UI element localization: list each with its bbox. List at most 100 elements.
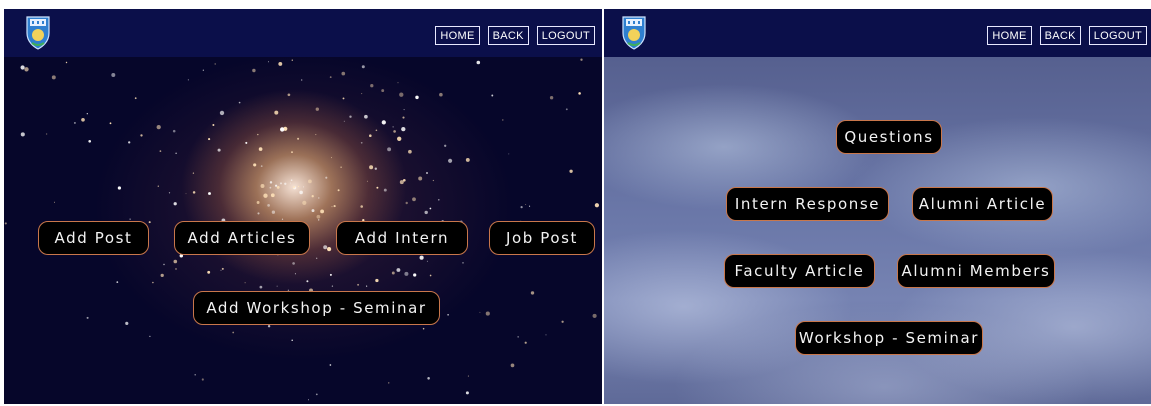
star	[323, 245, 328, 250]
star	[291, 339, 293, 342]
questions-button[interactable]: Questions	[836, 120, 942, 154]
top-navbar: HOME BACK LOGOUT	[4, 9, 602, 57]
star	[360, 205, 363, 208]
star	[301, 79, 303, 81]
intern-response-button[interactable]: Intern Response	[726, 187, 889, 221]
star	[467, 375, 469, 377]
star	[465, 391, 469, 395]
star	[387, 147, 392, 152]
star	[349, 115, 352, 118]
star	[337, 189, 340, 192]
admin-dashboard-panel: HOME BACK LOGOUT Add Post Add Articles A…	[4, 9, 602, 404]
star	[418, 176, 423, 181]
star	[160, 273, 164, 278]
star	[306, 280, 309, 283]
star	[20, 65, 25, 70]
star	[173, 259, 178, 264]
alumni-article-button[interactable]: Alumni Article	[912, 187, 1053, 221]
star	[157, 185, 159, 187]
star	[187, 79, 189, 81]
star	[530, 291, 535, 295]
star	[109, 122, 112, 125]
nav-links: HOME BACK LOGOUT	[987, 26, 1147, 45]
star	[292, 262, 295, 265]
home-button[interactable]: HOME	[987, 26, 1032, 45]
star	[292, 185, 296, 189]
star	[401, 126, 406, 132]
alumni-members-button[interactable]: Alumni Members	[897, 254, 1055, 288]
star	[163, 263, 165, 266]
back-button[interactable]: BACK	[487, 26, 529, 45]
add-post-button[interactable]: Add Post	[38, 221, 149, 255]
star	[402, 116, 405, 119]
star	[207, 270, 211, 274]
star	[276, 285, 278, 287]
star	[65, 61, 68, 64]
star	[117, 186, 122, 190]
home-button[interactable]: HOME	[435, 26, 480, 45]
star	[405, 201, 408, 205]
faculty-article-button[interactable]: Faculty Article	[724, 254, 875, 288]
star	[202, 69, 204, 71]
star	[275, 184, 278, 187]
job-post-button[interactable]: Job Post	[489, 221, 595, 255]
star	[375, 278, 379, 283]
star	[302, 200, 307, 205]
star	[297, 137, 300, 140]
star	[208, 138, 211, 141]
star	[263, 193, 268, 198]
star	[360, 141, 363, 144]
star	[308, 399, 310, 401]
star	[393, 130, 396, 133]
star	[245, 141, 248, 144]
star	[194, 374, 196, 376]
star	[232, 331, 235, 334]
add-workshop-seminar-button[interactable]: Add Workshop - Seminar	[193, 291, 440, 325]
star	[404, 271, 409, 276]
star	[276, 185, 280, 189]
star	[388, 382, 390, 384]
star	[219, 110, 225, 116]
star	[156, 124, 161, 130]
university-crest-icon[interactable]	[620, 13, 648, 51]
star	[427, 377, 430, 380]
star	[561, 320, 564, 323]
star	[86, 316, 89, 319]
star	[357, 283, 360, 286]
star	[290, 182, 291, 184]
star	[375, 129, 378, 132]
star	[439, 92, 443, 97]
star	[217, 148, 221, 152]
alumni-dashboard-panel: HOME BACK LOGOUT Questions Intern Respon…	[604, 9, 1151, 404]
star	[369, 134, 372, 137]
logout-button[interactable]: LOGOUT	[536, 26, 595, 45]
star	[269, 181, 273, 184]
star	[448, 158, 453, 163]
star	[201, 378, 204, 381]
back-button[interactable]: BACK	[1039, 26, 1081, 45]
star	[173, 202, 177, 206]
star	[260, 165, 263, 167]
star	[479, 311, 481, 313]
star	[308, 179, 312, 184]
logout-button[interactable]: LOGOUT	[1088, 26, 1147, 45]
star	[134, 97, 137, 100]
star	[580, 58, 583, 61]
star	[4, 222, 7, 225]
star	[192, 191, 196, 194]
workshop-seminar-button[interactable]: Workshop - Seminar	[795, 321, 983, 355]
star	[175, 268, 177, 270]
star	[318, 219, 320, 221]
star	[316, 214, 321, 219]
add-articles-button[interactable]: Add Articles	[174, 221, 310, 255]
star	[287, 93, 291, 97]
star	[73, 121, 76, 124]
star	[485, 311, 490, 316]
add-intern-button[interactable]: Add Intern	[336, 221, 468, 255]
star	[267, 325, 271, 328]
university-crest-icon[interactable]	[24, 13, 52, 51]
star	[408, 149, 412, 154]
star	[318, 197, 320, 199]
star	[45, 133, 48, 135]
star	[383, 188, 387, 192]
